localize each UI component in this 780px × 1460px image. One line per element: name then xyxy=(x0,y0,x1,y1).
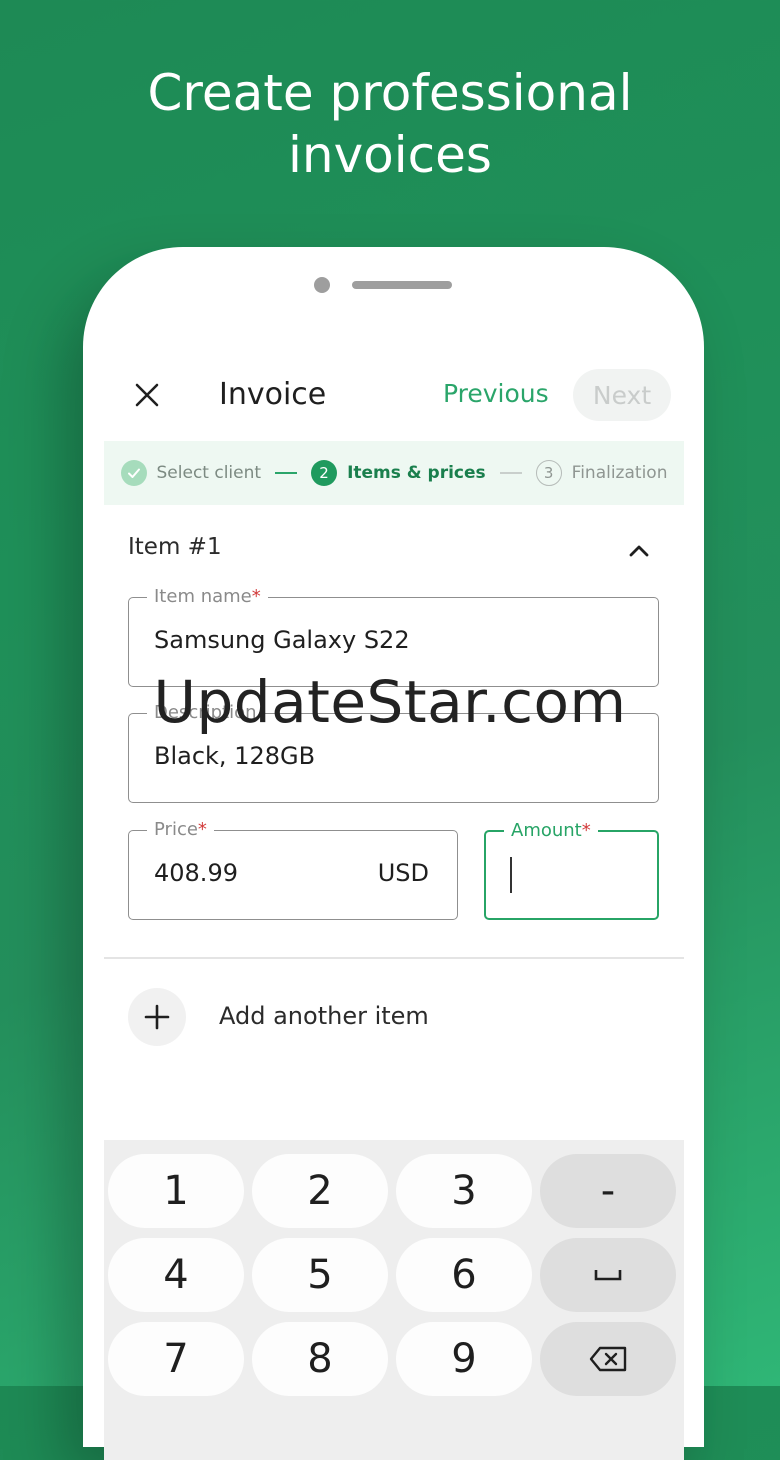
amount-label: Amount* xyxy=(504,820,598,841)
description-value: Black, 128GB xyxy=(154,742,316,770)
step-separator xyxy=(275,472,298,474)
headline-line-2: invoices xyxy=(288,126,492,184)
next-button[interactable]: Next xyxy=(573,369,671,421)
step-items-prices[interactable]: 2 Items & prices xyxy=(311,460,486,486)
price-value: 408.99 xyxy=(154,859,238,887)
amount-field[interactable]: Amount* xyxy=(484,820,659,920)
close-icon xyxy=(135,383,159,407)
add-item-label[interactable]: Add another item xyxy=(219,1002,429,1030)
stepper: Select client 2 Items & prices 3 Finaliz… xyxy=(104,441,684,505)
step-label: Finalization xyxy=(571,463,668,483)
key-5[interactable]: 5 xyxy=(252,1238,388,1312)
plus-icon xyxy=(144,1004,170,1030)
collapse-button[interactable] xyxy=(625,537,653,565)
price-currency: USD xyxy=(377,859,429,887)
step-number: 2 xyxy=(311,460,338,486)
headline-line-1: Create professional xyxy=(147,64,633,122)
step-label: Select client xyxy=(156,463,262,483)
page-title: Invoice xyxy=(219,377,327,412)
key-7[interactable]: 7 xyxy=(108,1322,244,1396)
divider xyxy=(104,957,684,959)
step-finalization[interactable]: 3 Finalization xyxy=(535,460,668,486)
backspace-icon xyxy=(589,1346,627,1372)
key-9[interactable]: 9 xyxy=(396,1322,532,1396)
key-2[interactable]: 2 xyxy=(252,1154,388,1228)
step-select-client[interactable]: Select client xyxy=(120,460,262,486)
price-field[interactable]: Price* 408.99 USD xyxy=(128,819,458,920)
add-item-button[interactable] xyxy=(128,988,186,1046)
check-icon xyxy=(120,460,147,486)
speaker-bar xyxy=(352,281,452,289)
previous-button[interactable]: Previous xyxy=(443,379,549,408)
key-space[interactable] xyxy=(540,1238,676,1312)
key-4[interactable]: 4 xyxy=(108,1238,244,1312)
watermark: UpdateStar.com xyxy=(153,668,627,736)
headline: Create professional invoices xyxy=(0,62,780,186)
key-6[interactable]: 6 xyxy=(396,1238,532,1312)
numeric-keypad: 1 2 3 - 4 5 6 7 8 9 xyxy=(104,1140,684,1460)
step-label: Items & prices xyxy=(347,463,486,483)
price-label: Price* xyxy=(147,819,214,840)
close-button[interactable] xyxy=(127,375,167,415)
key-backspace[interactable] xyxy=(540,1322,676,1396)
chevron-up-icon xyxy=(629,545,649,557)
key-8[interactable]: 8 xyxy=(252,1322,388,1396)
key-1[interactable]: 1 xyxy=(108,1154,244,1228)
step-number: 3 xyxy=(535,460,562,486)
item-name-value: Samsung Galaxy S22 xyxy=(154,626,410,654)
key-3[interactable]: 3 xyxy=(396,1154,532,1228)
step-separator xyxy=(499,472,522,474)
space-icon xyxy=(594,1270,622,1281)
key-minus[interactable]: - xyxy=(540,1154,676,1228)
camera-dot xyxy=(314,277,330,293)
item-header: Item #1 xyxy=(128,534,222,560)
text-caret xyxy=(510,857,512,893)
phone-frame: Invoice Previous Next Select client 2 It… xyxy=(83,247,704,1460)
item-name-label: Item name* xyxy=(147,586,268,607)
app-bar: Invoice Previous Next xyxy=(83,367,704,423)
